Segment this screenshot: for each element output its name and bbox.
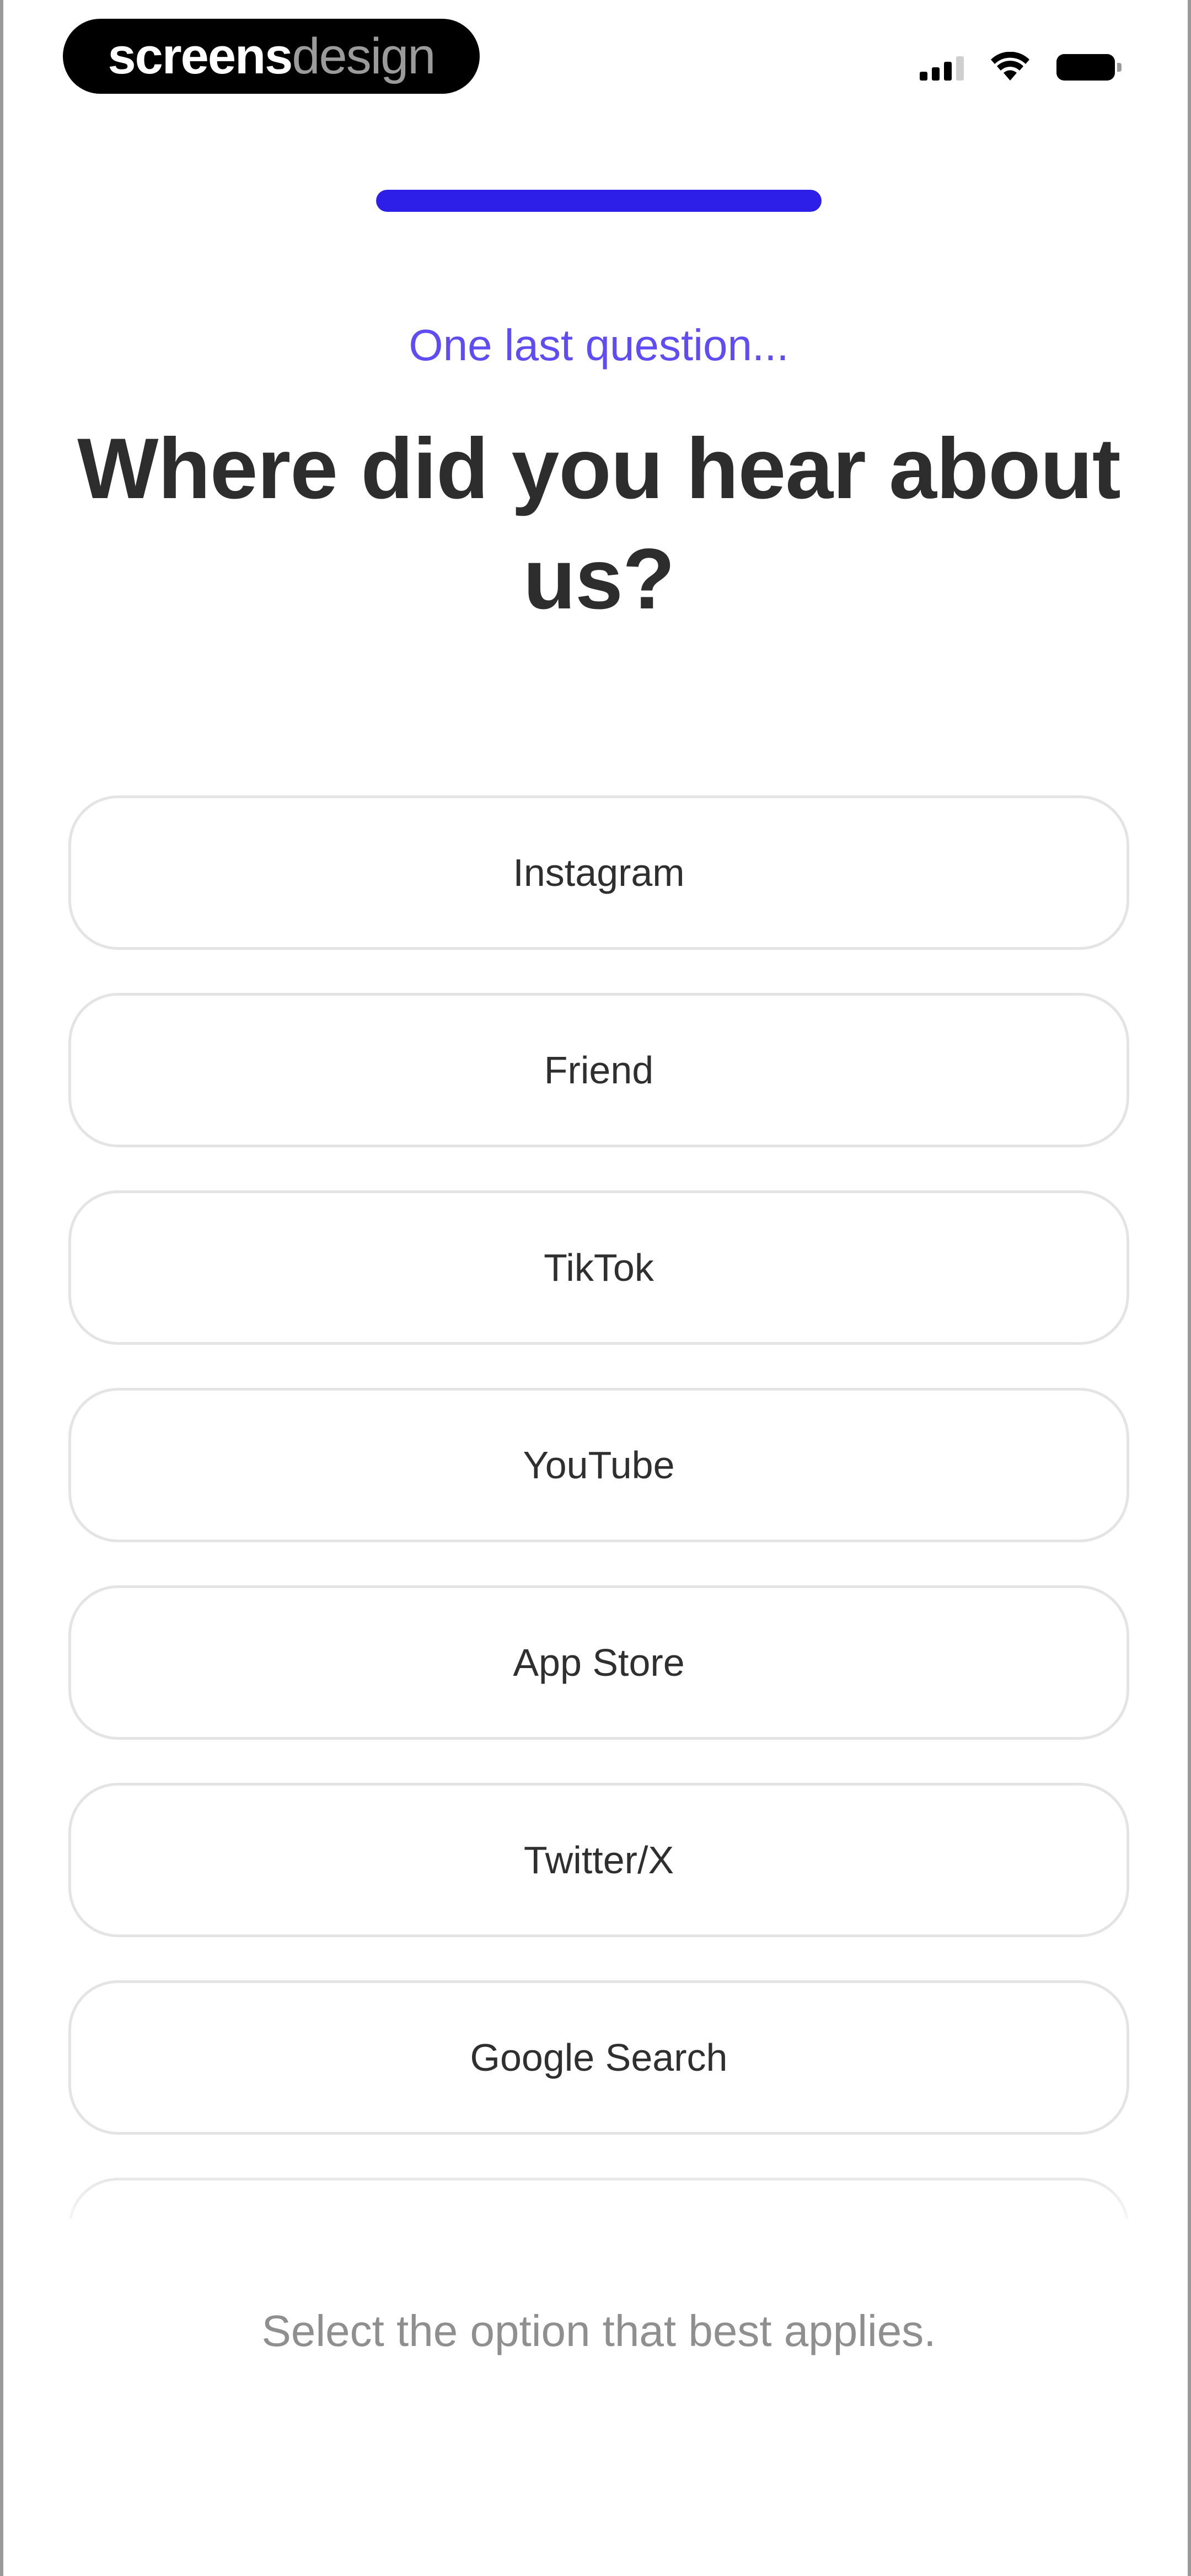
option-twitter-x[interactable]: Twitter/X <box>68 1783 1129 1937</box>
wifi-icon <box>991 52 1029 81</box>
signal-icon <box>920 54 964 81</box>
onboarding-screen: screens design One last question... Where… <box>0 0 1191 2576</box>
option-friend[interactable]: Friend <box>68 993 1129 1147</box>
options-list: Instagram Friend TikTok YouTube App Stor… <box>68 795 1129 2219</box>
progress-bar-fill <box>376 190 822 212</box>
watermark-text-bold: screens <box>108 28 293 84</box>
option-instagram[interactable]: Instagram <box>68 795 1129 950</box>
page-title: Where did you hear about us? <box>77 421 1121 627</box>
option-app-store[interactable]: App Store <box>68 1585 1129 1740</box>
option-tiktok[interactable]: TikTok <box>68 1190 1129 1345</box>
footer-hint: Select the option that best applies. <box>261 2306 936 2355</box>
progress-bar <box>376 190 822 212</box>
screensdesign-watermark: screens design <box>63 19 480 94</box>
status-bar <box>920 51 1122 84</box>
options-fade-overlay <box>3 2168 1188 2245</box>
option-google-search[interactable]: Google Search <box>68 1980 1129 2135</box>
battery-icon <box>1056 54 1122 81</box>
option-youtube[interactable]: YouTube <box>68 1388 1129 1542</box>
watermark-text-light: design <box>292 28 436 84</box>
eyebrow-text: One last question... <box>409 320 789 370</box>
